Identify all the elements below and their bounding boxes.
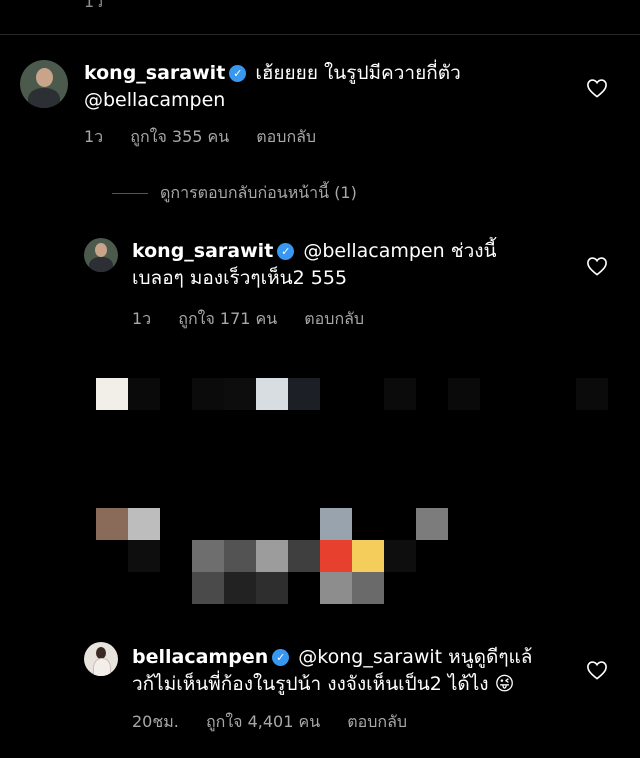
reply-body: bellacampen ✓ @kong_sarawit หนูดูดีๆแล้ ว… [132,644,572,698]
avatar[interactable] [84,238,118,272]
previous-comment-time: 1ว [84,0,104,11]
reply-button[interactable]: ตอบกลับ [347,712,407,731]
comment-text: เฮ้ยยยย ในรูปมีควายกี่ตัว [255,62,461,84]
username-link[interactable]: bellacampen [132,646,268,668]
comment-body: kong_sarawit ✓ เฮ้ยยยย ในรูปมีควายกี่ตัว … [84,60,584,114]
username-link[interactable]: kong_sarawit [84,62,225,84]
reply-text-line2: วก้ไม่เห็นพี่ก้องในรูปน้า งงจังเห็นเป็น2… [132,673,489,695]
like-count[interactable]: ถูกใจ 171 คน [178,309,277,328]
mention-link[interactable]: @bellacampen [84,89,225,111]
reply-time: 20ชม. [132,712,179,731]
verified-badge-icon: ✓ [229,65,247,82]
heart-outline-icon[interactable] [586,256,608,276]
view-previous-replies[interactable]: ดูการตอบกลับก่อนหน้านี้ (1) [160,181,357,206]
reply-text: @bellacampen ช่วงนี้ [303,240,497,262]
heart-outline-icon[interactable] [586,78,608,98]
verified-badge-icon: ✓ [277,243,295,260]
like-count[interactable]: ถูกใจ 4,401 คน [206,712,320,731]
replies-line [112,193,148,194]
reply-meta: 1ว ถูกใจ 171 คน ตอบกลับ [132,307,386,332]
divider [0,34,640,35]
comment-meta: 1ว ถูกใจ 355 คน ตอบกลับ [84,125,338,150]
reply-button[interactable]: ตอบกลับ [304,309,364,328]
verified-badge-icon: ✓ [272,649,290,666]
reply-text-line2: เบลอๆ มองเร็วๆเห็น2 555 [132,267,348,289]
winking-tongue-emoji: 😜 [494,673,515,695]
reply-body: kong_sarawit ✓ @bellacampen ช่วงนี้ เบลอๆ… [132,238,572,292]
like-count[interactable]: ถูกใจ 355 คน [130,127,229,146]
reply-meta: 20ชม. ถูกใจ 4,401 คน ตอบกลับ [132,710,429,735]
pixelated-region [0,360,640,610]
heart-outline-icon[interactable] [586,660,608,680]
reply-button[interactable]: ตอบกลับ [256,127,316,146]
avatar[interactable] [20,60,68,108]
avatar[interactable] [84,642,118,676]
username-link[interactable]: kong_sarawit [132,240,273,262]
reply-time: 1ว [132,309,152,328]
comment-time: 1ว [84,127,104,146]
reply-text: @kong_sarawit หนูดูดีๆแล้ [298,646,533,668]
